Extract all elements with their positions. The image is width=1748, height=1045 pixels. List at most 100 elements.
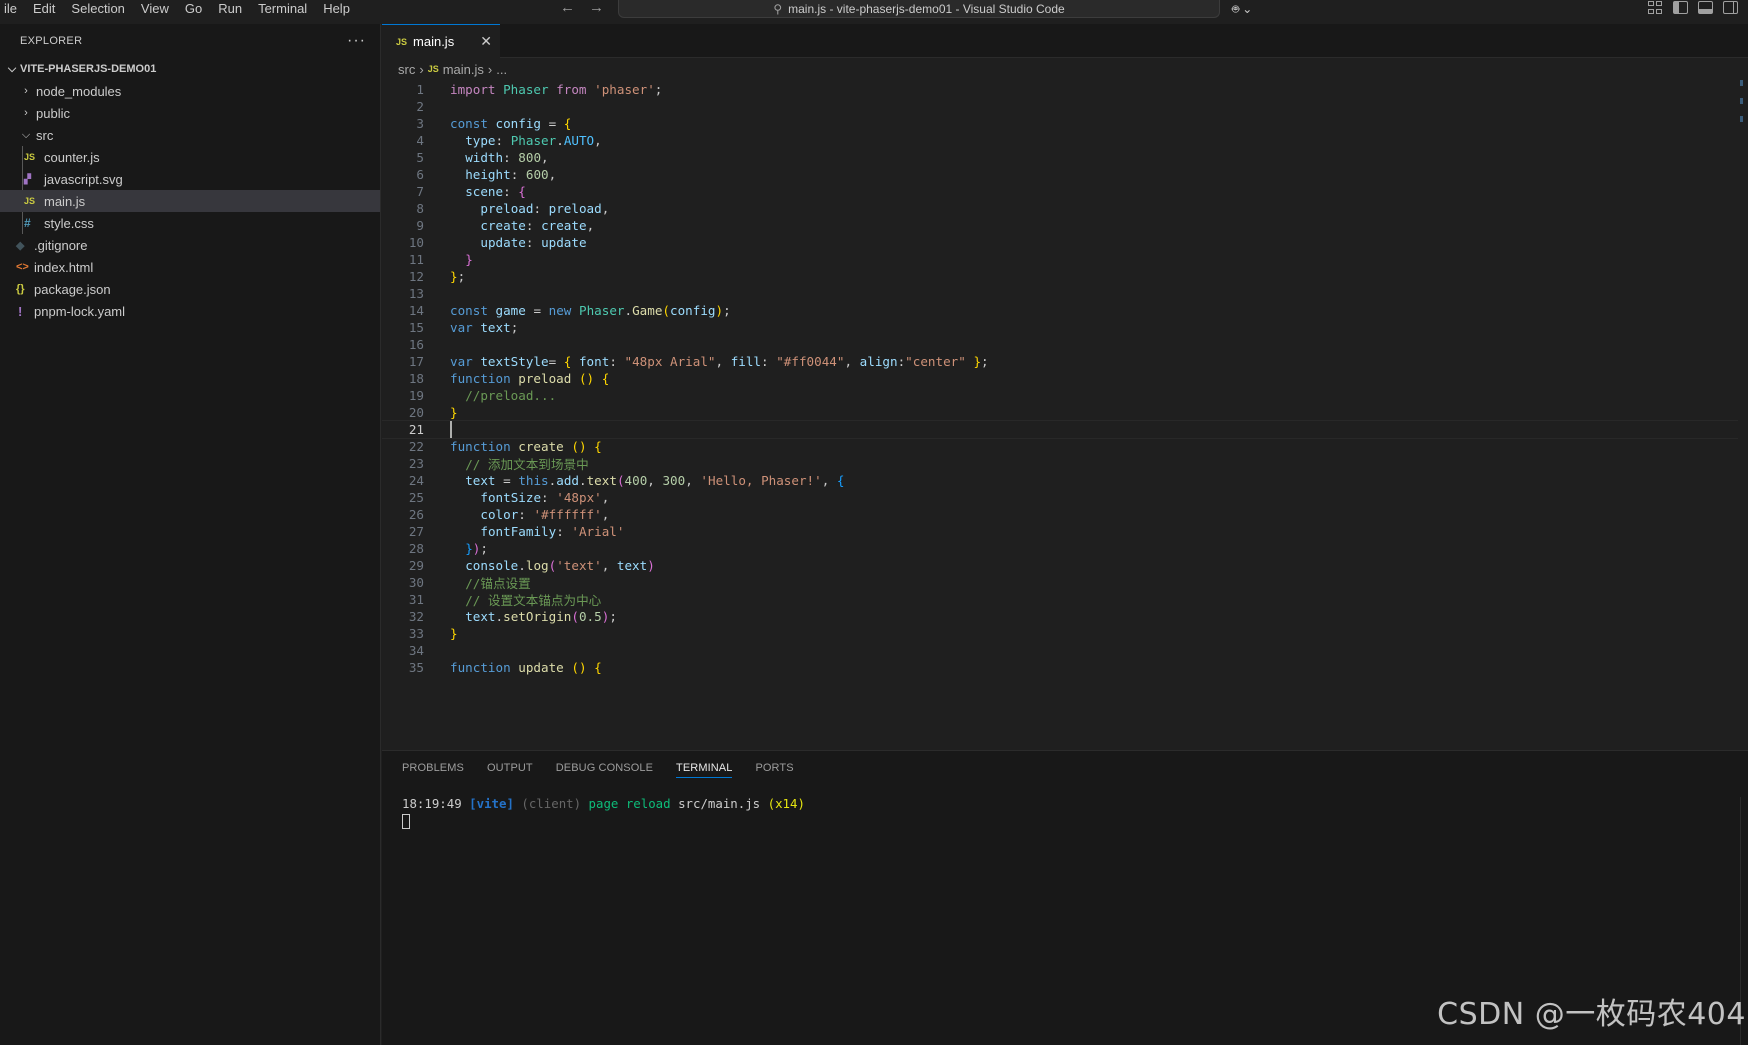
code-editor[interactable]: 1 import Phaser from 'phaser'; 2 3 const con… xyxy=(382,80,1748,750)
menu-go[interactable]: Go xyxy=(177,0,210,20)
chevron-down-icon: ⌵ xyxy=(21,128,31,141)
code-text: create: create, xyxy=(480,218,595,233)
tree-item-label: pnpm-lock.yaml xyxy=(34,303,126,319)
tree-item-public[interactable]: › public xyxy=(0,102,380,124)
tree-item-pnpm-lock-yaml[interactable]: ! pnpm-lock.yaml xyxy=(0,300,380,322)
tree-item-src[interactable]: ⌵ src xyxy=(0,124,380,146)
terminal-count: (x14) xyxy=(767,796,805,811)
copilot-icon: 🤖︎ xyxy=(1232,1,1240,16)
tree-item-label: main.js xyxy=(44,193,86,209)
toggle-panel-icon[interactable] xyxy=(1698,1,1713,14)
code-text: type: Phaser.AUTO, xyxy=(465,133,602,148)
line-number: 17 xyxy=(408,354,424,369)
breadcrumb-symbol[interactable]: ... xyxy=(496,62,507,77)
layout-controls xyxy=(1648,1,1738,14)
tab-output[interactable]: OUTPUT xyxy=(487,751,533,785)
breadcrumb-src[interactable]: src xyxy=(398,62,415,77)
menu-selection[interactable]: Selection xyxy=(63,0,132,20)
code-text: function create () { xyxy=(450,439,602,454)
toggle-secondary-sidebar-icon[interactable] xyxy=(1723,1,1738,14)
breadcrumb-file[interactable]: main.js xyxy=(443,62,484,77)
tree-item-style-css[interactable]: # style.css xyxy=(0,212,380,234)
line-number: 15 xyxy=(408,320,424,335)
tree-item-label: counter.js xyxy=(44,149,100,165)
more-actions-icon[interactable]: ··· xyxy=(347,32,366,50)
tree-item-node-modules[interactable]: › node_modules xyxy=(0,80,380,102)
line-number: 9 xyxy=(416,218,424,233)
chevron-down-icon: ⌄ xyxy=(1242,2,1253,16)
tab-main-js[interactable]: JS main.js ✕ xyxy=(382,24,500,58)
terminal-client: (client) xyxy=(521,796,582,811)
menu-edit[interactable]: Edit xyxy=(25,0,63,20)
menu-view[interactable]: View xyxy=(133,0,177,20)
line-number: 34 xyxy=(408,643,424,658)
navigation-arrows: ← → xyxy=(560,0,604,20)
tree-item-label: package.json xyxy=(34,281,111,297)
code-text: width: 800, xyxy=(465,150,549,165)
line-number: 23 xyxy=(408,456,424,471)
menu-run[interactable]: Run xyxy=(210,0,250,20)
css-file-icon: # xyxy=(24,216,31,230)
code-text: console.log('text', text) xyxy=(465,558,655,573)
code-text: //preload... xyxy=(465,388,557,403)
yaml-file-icon: ! xyxy=(18,303,23,319)
code-text: const config = { xyxy=(450,116,572,131)
tab-problems[interactable]: PROBLEMS xyxy=(402,751,464,785)
line-number: 2 xyxy=(416,99,424,114)
tree-item-label: public xyxy=(36,105,70,121)
tree-item-index-html[interactable]: <> index.html xyxy=(0,256,380,278)
menu-bar: ile Edit Selection View Go Run Terminal … xyxy=(0,0,358,20)
menu-terminal[interactable]: Terminal xyxy=(250,0,315,20)
close-icon[interactable]: ✕ xyxy=(480,33,492,50)
code-text: scene: { xyxy=(465,184,526,199)
js-file-icon: JS xyxy=(24,196,36,206)
tree-item-javascript-svg[interactable]: ▞ javascript.svg xyxy=(0,168,380,190)
code-text: }); xyxy=(465,541,488,556)
tree-item-counter-js[interactable]: JS counter.js xyxy=(0,146,380,168)
tree-item-label: .gitignore xyxy=(34,237,88,253)
forward-arrow-icon[interactable]: → xyxy=(589,0,604,20)
command-center[interactable]: ⚲ main.js - vite-phaserjs-demo01 - Visua… xyxy=(618,0,1220,18)
copilot-menu[interactable]: 🤖︎ ⌄ xyxy=(1232,0,1252,18)
code-text: fontFamily: 'Arial' xyxy=(480,524,625,539)
line-number: 5 xyxy=(416,150,424,165)
terminal-time: 18:19:49 xyxy=(402,796,462,811)
chevron-right-icon: › xyxy=(419,61,424,77)
tree-item-gitignore[interactable]: ◆ .gitignore xyxy=(0,234,380,256)
line-number: 6 xyxy=(416,167,424,182)
line-number: 12 xyxy=(408,269,424,284)
tree-item-main-js[interactable]: JS main.js xyxy=(0,190,380,212)
line-number: 27 xyxy=(408,524,424,539)
menu-file[interactable]: ile xyxy=(0,0,25,20)
terminal-tag: [vite] xyxy=(469,796,514,811)
chevron-down-icon: ⌵ xyxy=(7,62,17,75)
menu-help[interactable]: Help xyxy=(315,0,358,20)
line-number: 28 xyxy=(408,541,424,556)
customize-layout-icon[interactable] xyxy=(1648,1,1663,14)
code-text: update: update xyxy=(480,235,587,250)
chevron-right-icon: › xyxy=(24,107,28,119)
code-text: import Phaser from 'phaser'; xyxy=(450,82,663,97)
html-file-icon: <> xyxy=(16,261,29,273)
tab-ports[interactable]: PORTS xyxy=(755,751,793,785)
toggle-primary-sidebar-icon[interactable] xyxy=(1673,1,1688,14)
back-arrow-icon[interactable]: ← xyxy=(560,0,575,20)
tree-item-package-json[interactable]: {} package.json xyxy=(0,278,380,300)
line-number: 4 xyxy=(416,133,424,148)
code-text: text = this.add.text(400, 300, 'Hello, P… xyxy=(465,473,845,488)
file-tree: › node_modules › public ⌵ src JS counter… xyxy=(0,80,380,322)
code-line[interactable]: 35 function update () { xyxy=(382,658,1738,677)
code-text: function update () { xyxy=(450,660,602,675)
code-text: } xyxy=(450,405,458,420)
tab-terminal[interactable]: TERMINAL xyxy=(676,751,733,785)
js-file-icon: JS xyxy=(24,152,36,162)
terminal[interactable]: 18:19:49 [vite] (client) page reload src… xyxy=(382,785,1748,833)
chevron-right-icon: › xyxy=(24,85,28,97)
tree-item-label: node_modules xyxy=(36,83,122,99)
code-text: var text; xyxy=(450,320,519,335)
code-text: height: 600, xyxy=(465,167,557,182)
workspace-root[interactable]: ⌵ VITE-PHASERJS-DEMO01 xyxy=(0,58,380,80)
title-bar: ile Edit Selection View Go Run Terminal … xyxy=(0,0,1748,20)
tab-debug-console[interactable]: DEBUG CONSOLE xyxy=(556,751,653,785)
overview-ruler xyxy=(1740,80,1746,134)
